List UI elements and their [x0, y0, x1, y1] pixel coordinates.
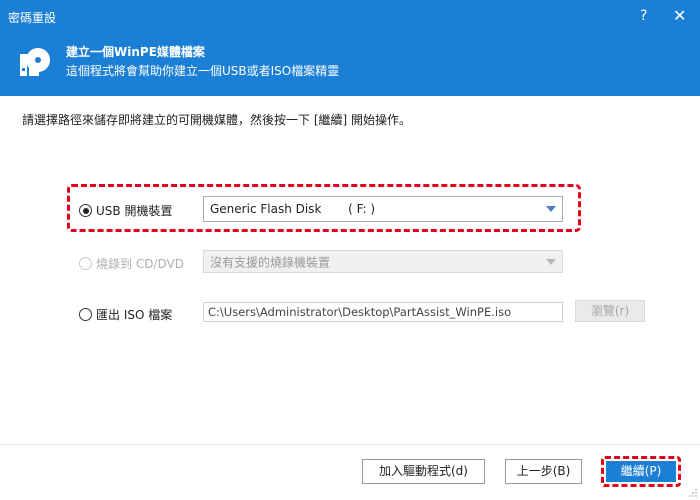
usb-device-select[interactable]: Generic Flash Disk ( F: ) — [203, 196, 563, 222]
iso-path-field[interactable]: C:\Users\Administrator\Desktop\PartAssis… — [203, 302, 563, 322]
iso-radio[interactable]: 匯出 ISO 檔案 — [79, 306, 172, 323]
wizard-header: 建立一個WinPE媒體檔案 這個程式將會幫助你建立一個USB或者ISO檔案精靈 — [0, 33, 700, 96]
chevron-down-icon — [546, 258, 556, 265]
header-subtitle: 這個程式將會幫助你建立一個USB或者ISO檔案精靈 — [66, 64, 340, 78]
cd-dvd-radio[interactable]: 燒錄到 CD/DVD — [79, 255, 184, 272]
continue-button[interactable]: 繼續(P) — [606, 461, 676, 482]
help-button[interactable]: ? — [640, 8, 647, 24]
back-button[interactable]: 上一步(B) — [505, 459, 582, 484]
window-title: 密碼重設 — [8, 11, 57, 25]
close-button[interactable]: ✕ — [673, 6, 686, 25]
instruction-text: 請選擇路徑來儲存即將建立的可開機媒體，然後按一下 [繼續] 開始操作。 — [22, 113, 411, 127]
radio-indicator — [79, 204, 92, 217]
radio-indicator — [79, 308, 92, 321]
browse-button[interactable]: 瀏覽(r) — [575, 300, 645, 322]
footer-divider — [0, 444, 700, 445]
add-driver-button[interactable]: 加入驅動程式(d) — [362, 459, 485, 484]
usb-radio[interactable]: USB 開機裝置 — [79, 202, 172, 219]
header-title: 建立一個WinPE媒體檔案 — [66, 45, 205, 59]
burner-select[interactable]: 沒有支援的燒錄機裝置 — [203, 250, 563, 273]
cd-dvd-radio-label: 燒錄到 CD/DVD — [96, 257, 184, 271]
disk-icon — [20, 48, 50, 76]
iso-radio-label: 匯出 ISO 檔案 — [96, 308, 173, 322]
usb-device-value: Generic Flash Disk ( F: ) — [210, 202, 376, 216]
chevron-down-icon — [546, 206, 556, 212]
radio-indicator — [79, 257, 92, 270]
usb-radio-label: USB 開機裝置 — [96, 204, 173, 218]
burner-value: 沒有支援的燒錄機裝置 — [210, 255, 331, 269]
title-bar: 密碼重設 ? ✕ — [0, 0, 700, 33]
resize-grip-icon[interactable] — [688, 488, 698, 498]
